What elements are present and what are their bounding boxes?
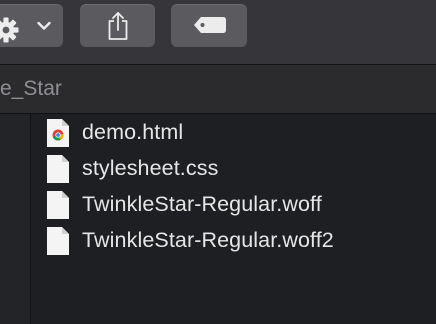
- gear-icon: [0, 17, 19, 43]
- file-name: stylesheet.css: [82, 156, 219, 180]
- file-name: TwinkleStar-Regular.woff: [82, 192, 322, 216]
- parent-folder-column[interactable]: [0, 114, 31, 324]
- share-button[interactable]: [80, 4, 155, 47]
- list-item[interactable]: TwinkleStar-Regular.woff: [31, 188, 436, 224]
- chevron-down-icon: [37, 21, 51, 30]
- current-folder-label[interactable]: e_Star: [0, 77, 62, 101]
- list-item[interactable]: TwinkleStar-Regular.woff2: [31, 224, 436, 260]
- file-name: demo.html: [82, 120, 184, 144]
- share-icon: [108, 12, 128, 40]
- list-item[interactable]: stylesheet.css: [31, 152, 436, 188]
- list-item[interactable]: demo.html: [31, 116, 436, 152]
- document-icon: [47, 155, 69, 183]
- toolbar: [0, 0, 436, 65]
- document-icon: [47, 227, 69, 255]
- file-name: TwinkleStar-Regular.woff2: [82, 228, 334, 252]
- finder-window: e_Star demo.html stylesheet.css TwinkleS…: [0, 0, 436, 324]
- tag-icon: [194, 17, 226, 33]
- document-icon: [47, 191, 69, 219]
- file-list: demo.html stylesheet.css TwinkleStar-Reg…: [31, 114, 436, 324]
- action-menu-button[interactable]: [0, 4, 63, 47]
- tags-button[interactable]: [171, 4, 247, 47]
- chrome-document-icon: [47, 119, 69, 147]
- path-bar: e_Star: [0, 65, 436, 114]
